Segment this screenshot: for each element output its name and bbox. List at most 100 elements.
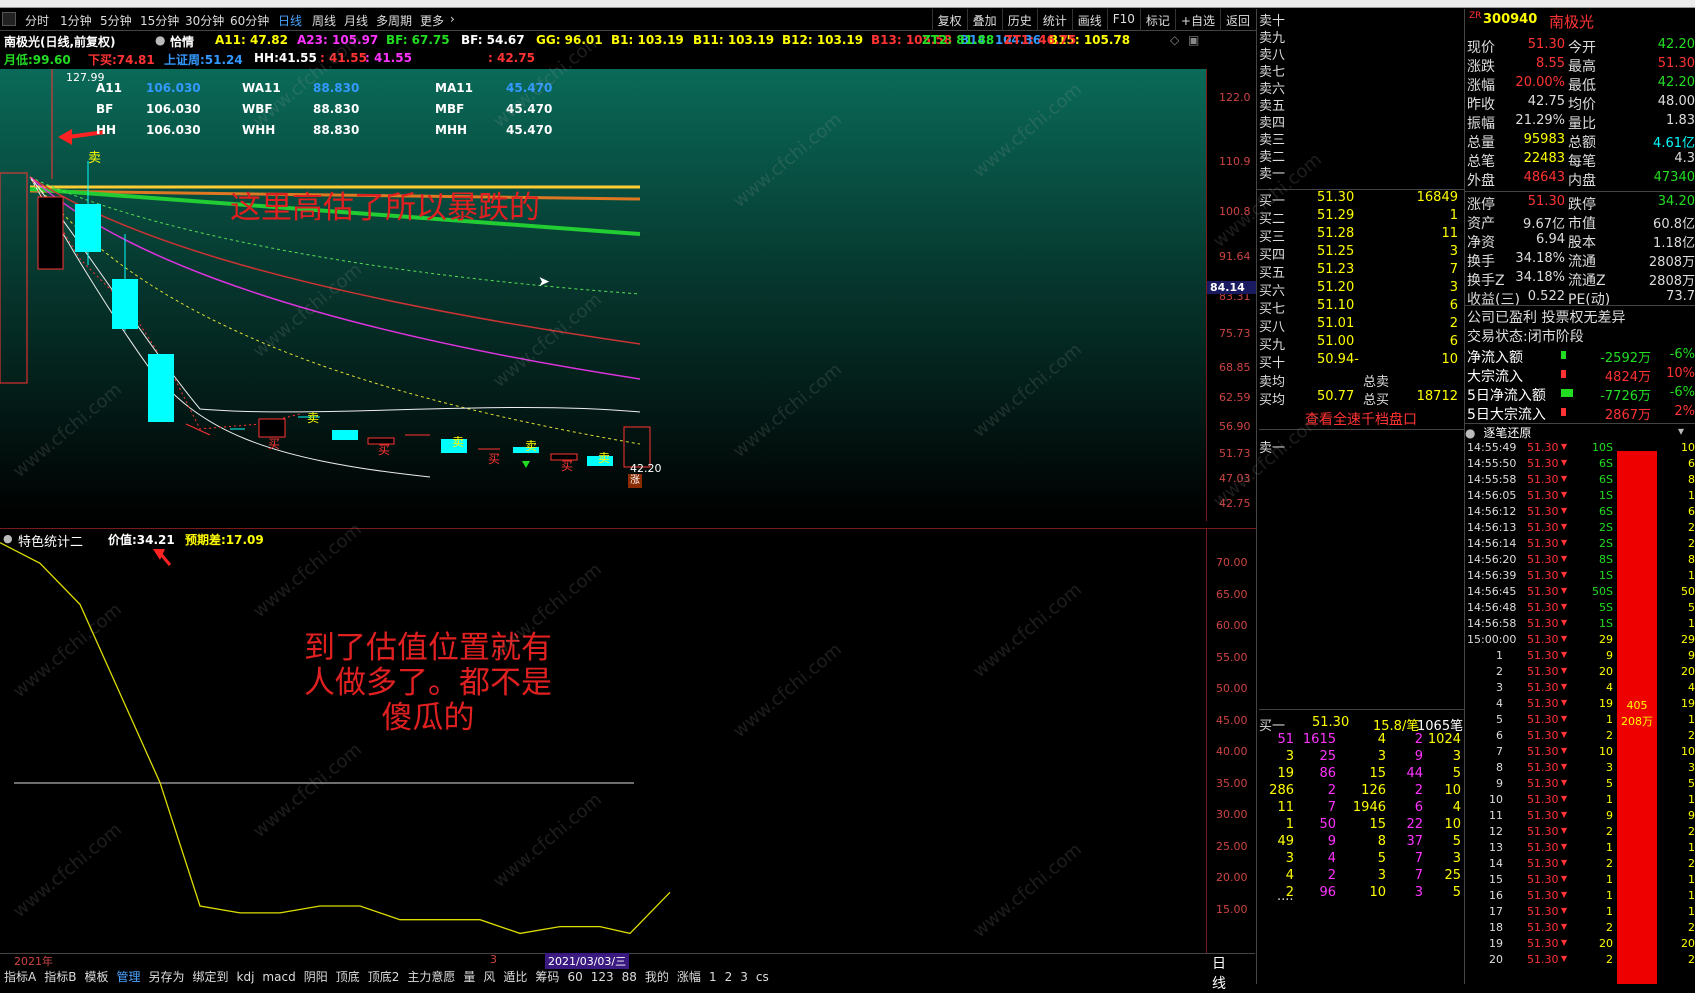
buy-level-price: 51.01 bbox=[1317, 316, 1355, 331]
toolbar-zixuan[interactable]: +自选 bbox=[1174, 9, 1220, 31]
window-toggle-icon[interactable]: ▣ bbox=[1188, 33, 1199, 47]
indicator-tab[interactable]: 主力意愿 bbox=[403, 970, 459, 984]
sell-mark: 卖 bbox=[88, 151, 102, 166]
tick-volume: 2 bbox=[1606, 953, 1613, 966]
toolbar-diejia[interactable]: 叠加 bbox=[966, 9, 1002, 31]
period-tab-15min[interactable]: 15分钟 bbox=[140, 12, 179, 29]
indicator-tab[interactable]: 顶底2 bbox=[364, 970, 404, 984]
queue-cell: 11 bbox=[1277, 800, 1294, 815]
period-tab-multi[interactable]: 多周期 bbox=[376, 12, 412, 29]
info-icon[interactable]: ● bbox=[155, 33, 165, 47]
quote-value: 95983 bbox=[1523, 132, 1565, 147]
collapse-icon[interactable]: ● bbox=[1465, 426, 1475, 440]
quote-value: 1.83 bbox=[1666, 113, 1695, 128]
queue-cell: 86 bbox=[1319, 766, 1336, 781]
indicator-tab[interactable]: cs bbox=[752, 970, 773, 984]
sub-tick: 30.00 bbox=[1216, 808, 1248, 821]
indicator-tab[interactable]: 123 bbox=[587, 970, 618, 984]
buy-level-volume: 2 bbox=[1449, 316, 1458, 331]
quote-label: 最低 bbox=[1568, 78, 1596, 94]
buy-level-price: 51.29 bbox=[1317, 208, 1355, 223]
legend-value: 45.470 bbox=[506, 102, 553, 116]
indicator-tab[interactable]: 指标B bbox=[40, 970, 80, 984]
window-icon[interactable] bbox=[2, 12, 16, 26]
period-tab-more[interactable]: 更多 bbox=[420, 12, 444, 29]
indicator-tab[interactable]: 管理 bbox=[112, 970, 144, 984]
queue-cell: 5 bbox=[1377, 851, 1386, 866]
sell-one-label: 卖一 bbox=[1259, 441, 1286, 456]
legend-name: MA11 bbox=[435, 81, 473, 95]
chevron-right-icon[interactable]: › bbox=[450, 12, 455, 26]
toolbar-fanhui[interactable]: 返回 bbox=[1219, 9, 1255, 31]
buy-level-volume: 7 bbox=[1449, 262, 1458, 277]
volume-bar: 405 208万 bbox=[1617, 451, 1657, 984]
indicator-tab[interactable]: 指标A bbox=[0, 970, 40, 984]
indicator-tab[interactable]: 模板 bbox=[80, 970, 112, 984]
indicator-tab[interactable]: 筹码 bbox=[531, 970, 563, 984]
price-tick: 62.59 bbox=[1219, 391, 1251, 404]
indicator-tab[interactable]: 3 bbox=[736, 970, 752, 984]
chevron-down-icon[interactable]: ▾ bbox=[1678, 424, 1684, 438]
toolbar-biaoji[interactable]: 标记 bbox=[1139, 9, 1175, 31]
toolbar-lishi[interactable]: 历史 bbox=[1001, 9, 1037, 31]
tick-title: 逐笔还原 bbox=[1483, 426, 1532, 440]
quote-value: 34.20 bbox=[1657, 194, 1695, 209]
legend-name: A11 bbox=[96, 81, 122, 95]
indicator-tab[interactable]: 88 bbox=[618, 970, 641, 984]
mouse-cursor-icon: ➤ bbox=[538, 274, 550, 290]
indicator-tab[interactable]: 60 bbox=[563, 970, 586, 984]
period-tab-5min[interactable]: 5分钟 bbox=[100, 12, 132, 29]
toolbar-huaxian[interactable]: 画线 bbox=[1071, 9, 1107, 31]
indicator-tab[interactable]: macd bbox=[258, 970, 299, 984]
queue-cell: 25 bbox=[1319, 749, 1336, 764]
price-tick: 56.90 bbox=[1219, 420, 1251, 433]
quote-value: 21.29% bbox=[1515, 113, 1565, 128]
toolbar-f10[interactable]: F10 bbox=[1106, 9, 1140, 31]
toolbar-tongji[interactable]: 统计 bbox=[1036, 9, 1072, 31]
indicator-tab[interactable]: 阴阳 bbox=[300, 970, 332, 984]
quote-label: 最高 bbox=[1568, 59, 1596, 75]
quote-value: 34.18% bbox=[1515, 251, 1565, 266]
quote-panel: ZR 300940 南极光 现价 51.30 今开 42.20 涨跌 8.55 最高 51.3… bbox=[1464, 9, 1695, 984]
indicator-tab[interactable]: 1 bbox=[705, 970, 721, 984]
queue-cell: 44 bbox=[1406, 766, 1423, 781]
indicator-chart[interactable]: ● 特色统计二 价值:34.21 预期差:17.09 到了估值位置就有 人做多了… bbox=[0, 528, 1206, 953]
indicator-tab[interactable]: 另存为 bbox=[144, 970, 188, 984]
queue-more[interactable]: .... bbox=[1277, 889, 1294, 907]
period-tab-30min[interactable]: 30分钟 bbox=[185, 12, 224, 29]
queue-cell: 37 bbox=[1406, 834, 1423, 849]
indicator-tab[interactable]: 风 bbox=[479, 970, 499, 984]
zhang-badge: 涨 bbox=[628, 474, 642, 488]
buy-level-label: 买八 bbox=[1259, 320, 1286, 335]
buy-avg-value: 50.77 bbox=[1317, 389, 1355, 404]
period-tab-fenshi[interactable]: 分时 bbox=[25, 12, 49, 29]
quote-value: 48.00 bbox=[1657, 94, 1695, 109]
indicator-tab[interactable]: kdj bbox=[233, 970, 259, 984]
period-tab-week[interactable]: 周线 bbox=[312, 12, 336, 29]
indicator-tab[interactable]: 遁比 bbox=[499, 970, 531, 984]
quote-value: 4.61亿 bbox=[1653, 136, 1695, 151]
toolbar-fuquan[interactable]: 复权 bbox=[931, 9, 967, 31]
year-label: 2021年 bbox=[14, 955, 53, 968]
period-tab-1min[interactable]: 1分钟 bbox=[60, 12, 92, 29]
kline-chart[interactable]: 127.99 42.20 涨 卖 卖 卖 卖 卖 买 买 买 买 A11 106… bbox=[0, 69, 1206, 521]
price-tick: 68.85 bbox=[1219, 361, 1251, 374]
buy-one-per: 15.8/笔 bbox=[1373, 719, 1420, 734]
indicator-tab[interactable]: 量 bbox=[459, 970, 479, 984]
period-tab-month[interactable]: 月线 bbox=[344, 12, 368, 29]
price-tick: 100.8 bbox=[1219, 205, 1251, 218]
indicator-tab[interactable]: 我的 bbox=[641, 970, 673, 984]
indicator-tab[interactable]: 绑定到 bbox=[189, 970, 233, 984]
price-axis: 122.0 110.9 100.8 91.64 83.31 75.73 68.8… bbox=[1206, 69, 1256, 521]
period-tab-day[interactable]: 日线 bbox=[278, 12, 302, 29]
menu-bar[interactable] bbox=[0, 0, 1695, 8]
indicator-tab[interactable]: 顶底 bbox=[332, 970, 364, 984]
diamond-icon[interactable]: ◇ bbox=[1170, 33, 1179, 47]
indicator-tab[interactable]: 涨幅 bbox=[673, 970, 705, 984]
period-tab-60min[interactable]: 60分钟 bbox=[230, 12, 269, 29]
queue-cell: 10 bbox=[1444, 783, 1461, 798]
indicator-tab[interactable]: 2 bbox=[721, 970, 737, 984]
flow-bar bbox=[1561, 351, 1566, 359]
flow-bar bbox=[1561, 370, 1566, 378]
view-full-depth-link[interactable]: 查看全速千档盘口 bbox=[1305, 409, 1417, 428]
